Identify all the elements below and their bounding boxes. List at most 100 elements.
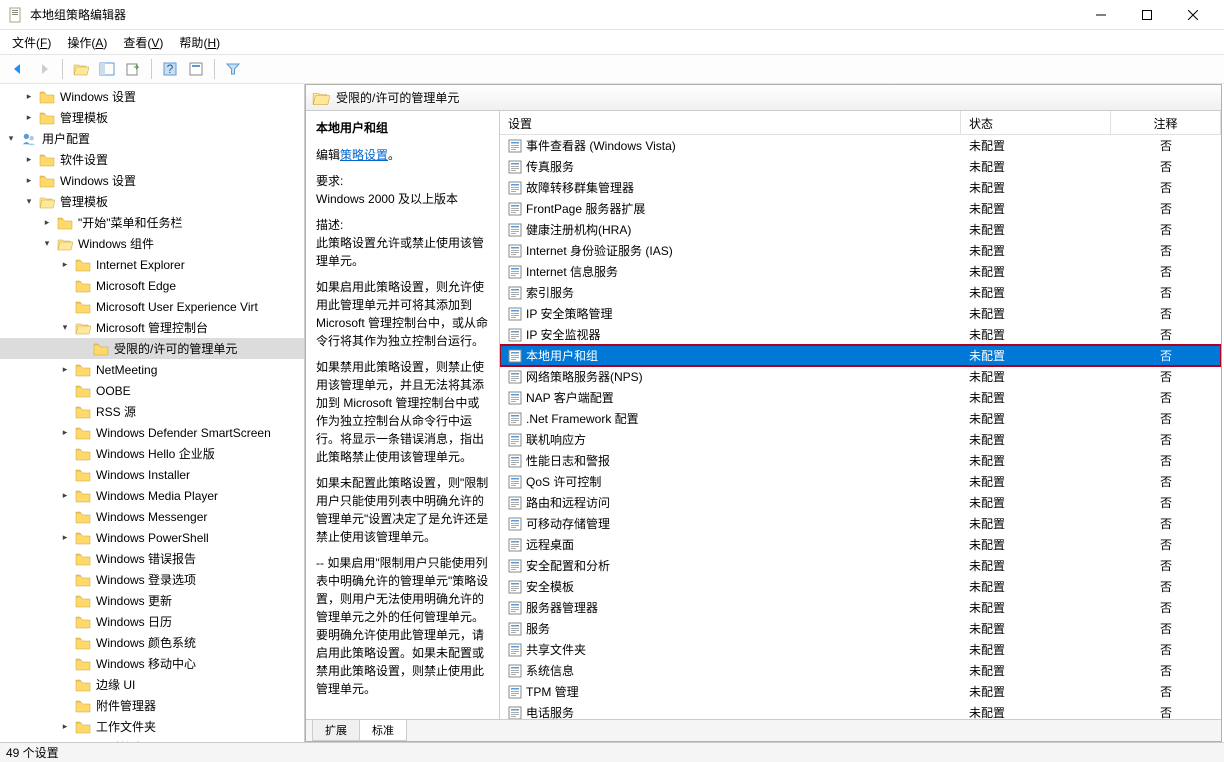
list-row[interactable]: TPM 管理未配置否 [500, 681, 1221, 702]
list-row[interactable]: Internet 信息服务未配置否 [500, 261, 1221, 282]
tree-node[interactable]: Windows Defender SmartScreen [0, 422, 304, 443]
filter-button[interactable] [221, 57, 245, 81]
tree-node[interactable]: Windows 更新 [0, 590, 304, 611]
expand-icon[interactable] [4, 133, 18, 144]
help-button[interactable]: ? [158, 57, 182, 81]
list-row[interactable]: 安全配置和分析未配置否 [500, 555, 1221, 576]
list-row[interactable]: IP 安全策略管理未配置否 [500, 303, 1221, 324]
close-button[interactable] [1170, 0, 1216, 30]
expand-icon[interactable] [22, 91, 36, 102]
list-row[interactable]: 路由和远程访问未配置否 [500, 492, 1221, 513]
col-setting[interactable]: 设置 [500, 111, 961, 134]
list-row[interactable]: NAP 客户端配置未配置否 [500, 387, 1221, 408]
list-row[interactable]: 传真服务未配置否 [500, 156, 1221, 177]
menu-help[interactable]: 帮助(H) [173, 32, 226, 53]
expand-icon[interactable] [22, 175, 36, 186]
tree-node[interactable]: Windows 错误报告 [0, 548, 304, 569]
tab-extended[interactable]: 扩展 [312, 719, 360, 741]
list-row[interactable]: 共享文件夹未配置否 [500, 639, 1221, 660]
expand-icon[interactable] [22, 154, 36, 165]
tree-node[interactable]: 工作文件夹 [0, 716, 304, 737]
tree-node[interactable]: Microsoft Edge [0, 275, 304, 296]
maximize-button[interactable] [1124, 0, 1170, 30]
tab-standard[interactable]: 标准 [359, 719, 407, 741]
list-row[interactable]: QoS 许可控制未配置否 [500, 471, 1221, 492]
tree-node[interactable]: Windows 颜色系统 [0, 632, 304, 653]
col-comment[interactable]: 注释 [1111, 111, 1221, 134]
tree-node[interactable]: Windows 日历 [0, 611, 304, 632]
tree-node[interactable]: Windows 移动中心 [0, 653, 304, 674]
tree-node[interactable]: 受限的/许可的管理单元 [0, 338, 304, 359]
menu-view[interactable]: 查看(V) [117, 32, 169, 53]
tree-node[interactable]: Microsoft 管理控制台 [0, 317, 304, 338]
expand-icon[interactable] [58, 259, 72, 270]
tree-node[interactable]: Windows 设置 [0, 170, 304, 191]
tree-node[interactable]: Windows Messenger [0, 506, 304, 527]
tree-node[interactable]: Internet Explorer [0, 254, 304, 275]
col-status[interactable]: 状态 [961, 111, 1111, 134]
setting-status: 未配置 [961, 662, 1111, 679]
list-row[interactable]: 安全模板未配置否 [500, 576, 1221, 597]
back-button[interactable] [6, 57, 30, 81]
expand-icon[interactable] [58, 364, 72, 375]
properties-button[interactable] [184, 57, 208, 81]
list-row[interactable]: 索引服务未配置否 [500, 282, 1221, 303]
expand-icon[interactable] [40, 238, 54, 249]
menu-action[interactable]: 操作(A) [61, 32, 113, 53]
list-row[interactable]: 服务器管理器未配置否 [500, 597, 1221, 618]
list-row[interactable]: .Net Framework 配置未配置否 [500, 408, 1221, 429]
tree-node[interactable]: Windows PowerShell [0, 527, 304, 548]
list-row[interactable]: 健康注册机构(HRA)未配置否 [500, 219, 1221, 240]
list-row[interactable]: 可移动存储管理未配置否 [500, 513, 1221, 534]
menu-file[interactable]: 文件(F) [6, 32, 57, 53]
tree-node[interactable]: 边缘 UI [0, 674, 304, 695]
tree-node[interactable]: Microsoft User Experience Virt [0, 296, 304, 317]
export-button[interactable] [121, 57, 145, 81]
expand-icon[interactable] [58, 427, 72, 438]
tree-node[interactable]: Windows 设置 [0, 86, 304, 107]
list-row[interactable]: Internet 身份验证服务 (IAS)未配置否 [500, 240, 1221, 261]
edit-policy-link[interactable]: 策略设置 [340, 148, 388, 162]
expand-icon[interactable] [58, 322, 72, 333]
list-row[interactable]: FrontPage 服务器扩展未配置否 [500, 198, 1221, 219]
list-row[interactable]: 网络策略服务器(NPS)未配置否 [500, 366, 1221, 387]
list-row[interactable]: 本地用户和组未配置否 [500, 345, 1221, 366]
tree-pane[interactable]: Windows 设置管理模板用户配置软件设置Windows 设置管理模板"开始"… [0, 84, 305, 742]
tree-node[interactable]: Windows 组件 [0, 233, 304, 254]
tree-node[interactable]: 附件管理器 [0, 695, 304, 716]
list-row[interactable]: 性能日志和警报未配置否 [500, 450, 1221, 471]
tree-node[interactable]: 用户配置 [0, 128, 304, 149]
tree-node[interactable]: 软件设置 [0, 149, 304, 170]
tree-label: OOBE [94, 384, 133, 398]
list-row[interactable]: 电话服务未配置否 [500, 702, 1221, 719]
tree-node[interactable]: OOBE [0, 380, 304, 401]
minimize-button[interactable] [1078, 0, 1124, 30]
expand-icon[interactable] [58, 532, 72, 543]
expand-icon[interactable] [58, 721, 72, 732]
list-row[interactable]: 系统信息未配置否 [500, 660, 1221, 681]
tree-node[interactable]: 即时搜索 [0, 737, 304, 742]
tree-node[interactable]: NetMeeting [0, 359, 304, 380]
list-row[interactable]: 故障转移群集管理器未配置否 [500, 177, 1221, 198]
list-row[interactable]: IP 安全监视器未配置否 [500, 324, 1221, 345]
expand-icon[interactable] [22, 196, 36, 207]
tree-node[interactable]: 管理模板 [0, 107, 304, 128]
expand-icon[interactable] [22, 112, 36, 123]
list-row[interactable]: 事件查看器 (Windows Vista)未配置否 [500, 135, 1221, 156]
tree-node[interactable]: 管理模板 [0, 191, 304, 212]
tree-node[interactable]: RSS 源 [0, 401, 304, 422]
expand-icon[interactable] [40, 217, 54, 228]
tree-node[interactable]: Windows 登录选项 [0, 569, 304, 590]
show-hide-tree-button[interactable] [95, 57, 119, 81]
list-row[interactable]: 远程桌面未配置否 [500, 534, 1221, 555]
tree-node[interactable]: "开始"菜单和任务栏 [0, 212, 304, 233]
list-row[interactable]: 服务未配置否 [500, 618, 1221, 639]
tree-node[interactable]: Windows Media Player [0, 485, 304, 506]
tree-node[interactable]: Windows Hello 企业版 [0, 443, 304, 464]
column-header[interactable]: 设置 状态 注释 [500, 111, 1221, 135]
tree-node[interactable]: Windows Installer [0, 464, 304, 485]
list-row[interactable]: 联机响应方未配置否 [500, 429, 1221, 450]
up-button[interactable] [69, 57, 93, 81]
forward-button[interactable] [32, 57, 56, 81]
expand-icon[interactable] [58, 490, 72, 501]
